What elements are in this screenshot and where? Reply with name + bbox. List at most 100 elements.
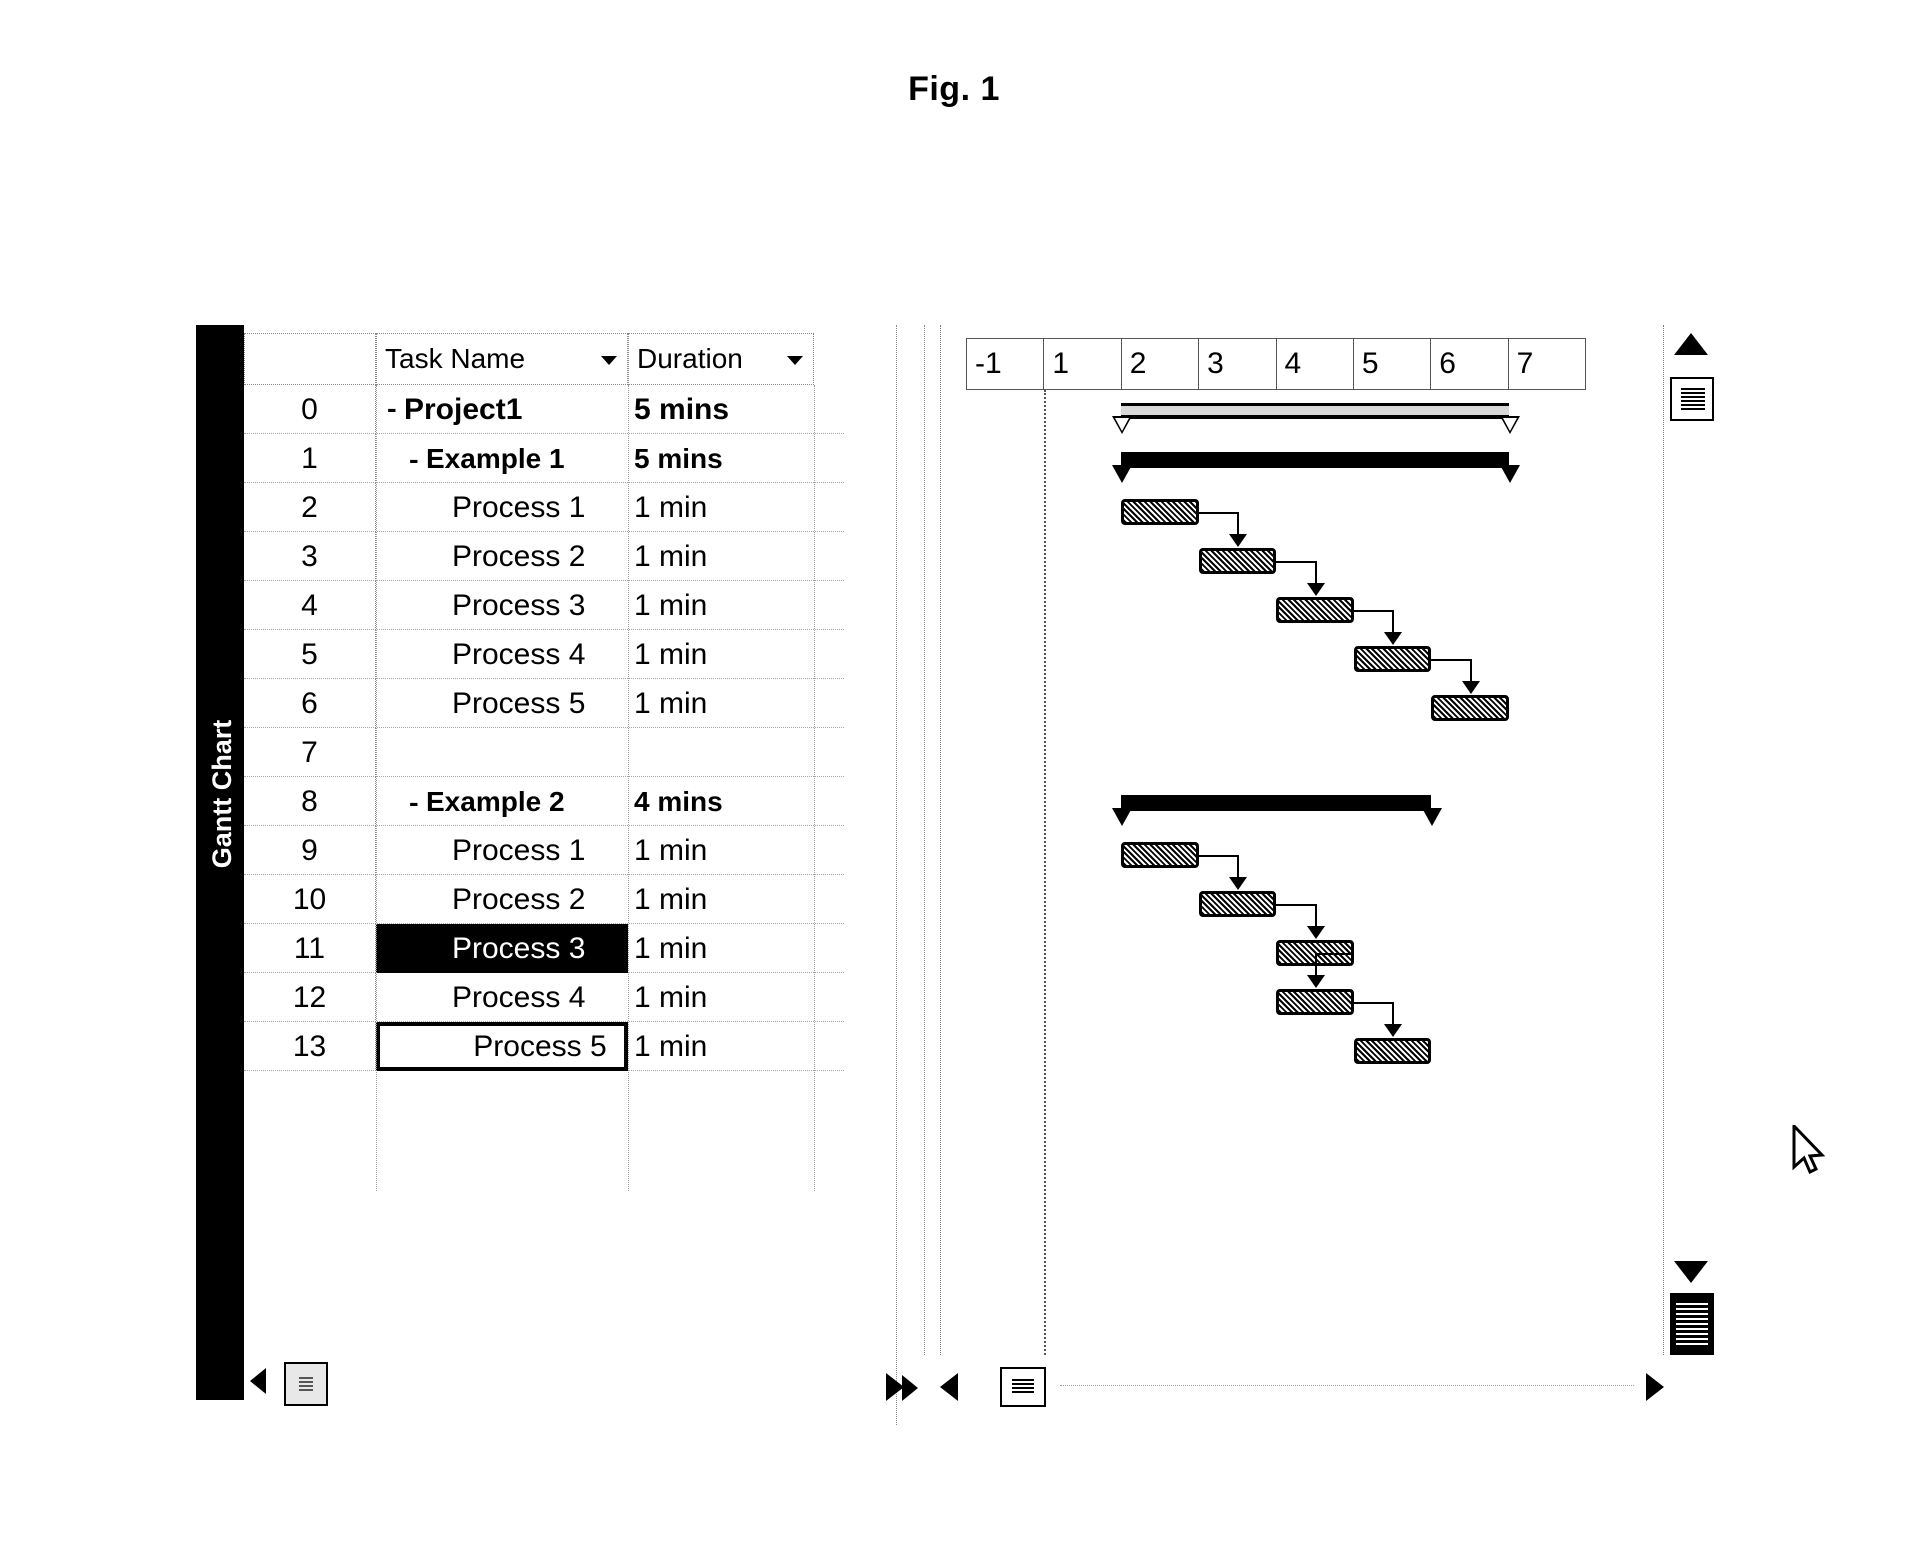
task-name-cell[interactable]: Process 4 [376,630,628,679]
duration-cell[interactable]: 1 min [630,532,814,581]
task-name-cell[interactable]: Process 3 [376,581,628,630]
timescale-tick[interactable]: 5 [1353,339,1432,389]
table-row[interactable]: 8- Example 24 mins [244,777,844,826]
gantt-task-bar[interactable] [1121,842,1199,868]
table-row[interactable]: 10 Process 2 1 min [244,875,844,924]
triangle-down-icon[interactable] [1674,1261,1708,1283]
duration-cell[interactable] [630,728,814,777]
row-id-cell[interactable]: 5 [244,630,376,679]
table-row[interactable]: 2 Process 1 1 min [244,483,844,532]
timescale-tick[interactable]: -1 [967,339,1045,389]
task-name-cell[interactable]: Process 2 [376,532,628,581]
gantt-task-bar[interactable] [1353,646,1431,672]
timescale-tick[interactable]: 2 [1121,339,1200,389]
row-id-cell[interactable]: 2 [244,483,376,532]
row-id-cell[interactable]: 13 [244,1022,376,1071]
row-id-cell[interactable]: 11 [244,924,376,973]
scroll-thumb-icon[interactable] [1000,1367,1046,1407]
chart-horizontal-scrollbar[interactable] [940,1363,1664,1411]
table-row[interactable]: 5 Process 4 1 min [244,630,844,679]
task-name-cell[interactable]: - Example 2 [376,777,628,826]
task-name-cell[interactable]: Process 5 [376,679,628,728]
triangle-left-icon[interactable] [940,1373,958,1401]
triangle-left-icon[interactable] [250,1368,266,1394]
triangle-right-icon[interactable] [1646,1373,1664,1401]
row-id-cell[interactable]: 12 [244,973,376,1022]
table-row[interactable]: 9 Process 1 1 min [244,826,844,875]
table-row[interactable]: 4 Process 3 1 min [244,581,844,630]
triangle-right-icon[interactable] [886,1373,904,1401]
task-name-cell[interactable]: - Project1 [376,385,628,434]
duration-cell[interactable]: 5 mins [630,385,814,434]
timescale-tick[interactable]: 4 [1276,339,1354,389]
task-name-cell[interactable]: Process 3 [376,924,628,973]
scroll-thumb-icon[interactable] [1670,377,1714,421]
duration-cell[interactable]: 1 min [630,973,814,1022]
duration-cell[interactable]: 5 mins [630,434,814,483]
table-row[interactable]: 12 Process 4 1 min [244,973,844,1022]
task-name-cell[interactable] [376,728,628,777]
timescale-header[interactable]: -1 1 2 3 4 5 6 7 [966,338,1586,390]
table-row[interactable]: 11 Process 3 1 min [244,924,844,973]
gantt-task-bar[interactable] [1276,597,1354,623]
task-name-cell[interactable]: Process 4 [376,973,628,1022]
task-name-cell[interactable]: Process 1 [376,483,628,532]
gantt-task-bar[interactable] [1121,499,1199,525]
table-row[interactable]: 0- Project1 5 mins [244,385,844,434]
collapse-expander-icon[interactable]: - [384,397,400,423]
gantt-task-bar[interactable] [1353,1038,1431,1064]
gantt-task-bar[interactable] [1198,891,1276,917]
gantt-task-bar[interactable] [1276,989,1354,1015]
duration-cell[interactable]: 1 min [630,826,814,875]
table-row[interactable]: 3 Process 2 1 min [244,532,844,581]
duration-cell[interactable]: 1 min [630,924,814,973]
triangle-up-icon[interactable] [1674,333,1708,355]
table-row[interactable]: 1- Example 15 mins [244,434,844,483]
task-name-cell[interactable]: Process 1 [376,826,628,875]
row-id-cell[interactable]: 10 [244,875,376,924]
duration-cell[interactable]: 1 min [630,483,814,532]
table-row[interactable]: 13 Process 5 1 min [244,1022,844,1071]
duration-cell[interactable]: 1 min [630,875,814,924]
scrollbar-track[interactable] [1060,1385,1634,1386]
pane-splitter[interactable] [896,325,897,1425]
gantt-summary-bar[interactable] [1121,403,1509,419]
chart-vertical-scrollbar[interactable] [1668,333,1716,1355]
gantt-task-bar[interactable] [1198,548,1276,574]
duration-cell[interactable]: 4 mins [630,777,814,826]
row-id-cell[interactable]: 3 [244,532,376,581]
table-row[interactable]: 7 [244,728,844,777]
column-header-task-name[interactable]: Task Name [376,333,628,385]
row-id-cell[interactable]: 8 [244,777,376,826]
chevron-down-icon[interactable] [601,356,617,365]
collapse-expander-icon[interactable]: - [406,791,422,817]
duration-cell[interactable]: 1 min [630,1022,814,1071]
gantt-summary-bar[interactable] [1121,795,1431,811]
chevron-down-icon[interactable] [787,356,803,365]
collapse-expander-icon[interactable]: - [406,448,422,474]
row-id-cell[interactable]: 4 [244,581,376,630]
gantt-task-bar[interactable] [1431,695,1509,721]
scroll-thumb-icon[interactable] [284,1362,328,1406]
duration-cell[interactable]: 1 min [630,581,814,630]
task-name-cell[interactable]: - Example 1 [376,434,628,483]
task-name-cell[interactable]: Process 5 [376,1022,628,1071]
row-id-cell[interactable]: 7 [244,728,376,777]
row-id-cell[interactable]: 1 [244,434,376,483]
view-bar[interactable]: Gantt Chart [196,325,244,1400]
duration-cell[interactable]: 1 min [630,679,814,728]
table-horizontal-scrollbar[interactable] [244,1360,844,1406]
row-id-cell[interactable]: 6 [244,679,376,728]
task-name-cell[interactable]: Process 2 [376,875,628,924]
gantt-summary-bar[interactable] [1121,452,1509,468]
timescale-tick[interactable]: 3 [1199,339,1277,389]
triangle-right-icon[interactable] [902,1375,918,1401]
duration-cell[interactable]: 1 min [630,630,814,679]
row-id-cell[interactable]: 9 [244,826,376,875]
timescale-tick[interactable]: 7 [1508,339,1585,389]
row-id-cell[interactable]: 0 [244,385,376,434]
table-row[interactable]: 6 Process 5 1 min [244,679,844,728]
column-header-duration[interactable]: Duration [628,333,814,385]
timescale-tick[interactable]: 6 [1431,339,1509,389]
timescale-tick[interactable]: 1 [1044,339,1122,389]
